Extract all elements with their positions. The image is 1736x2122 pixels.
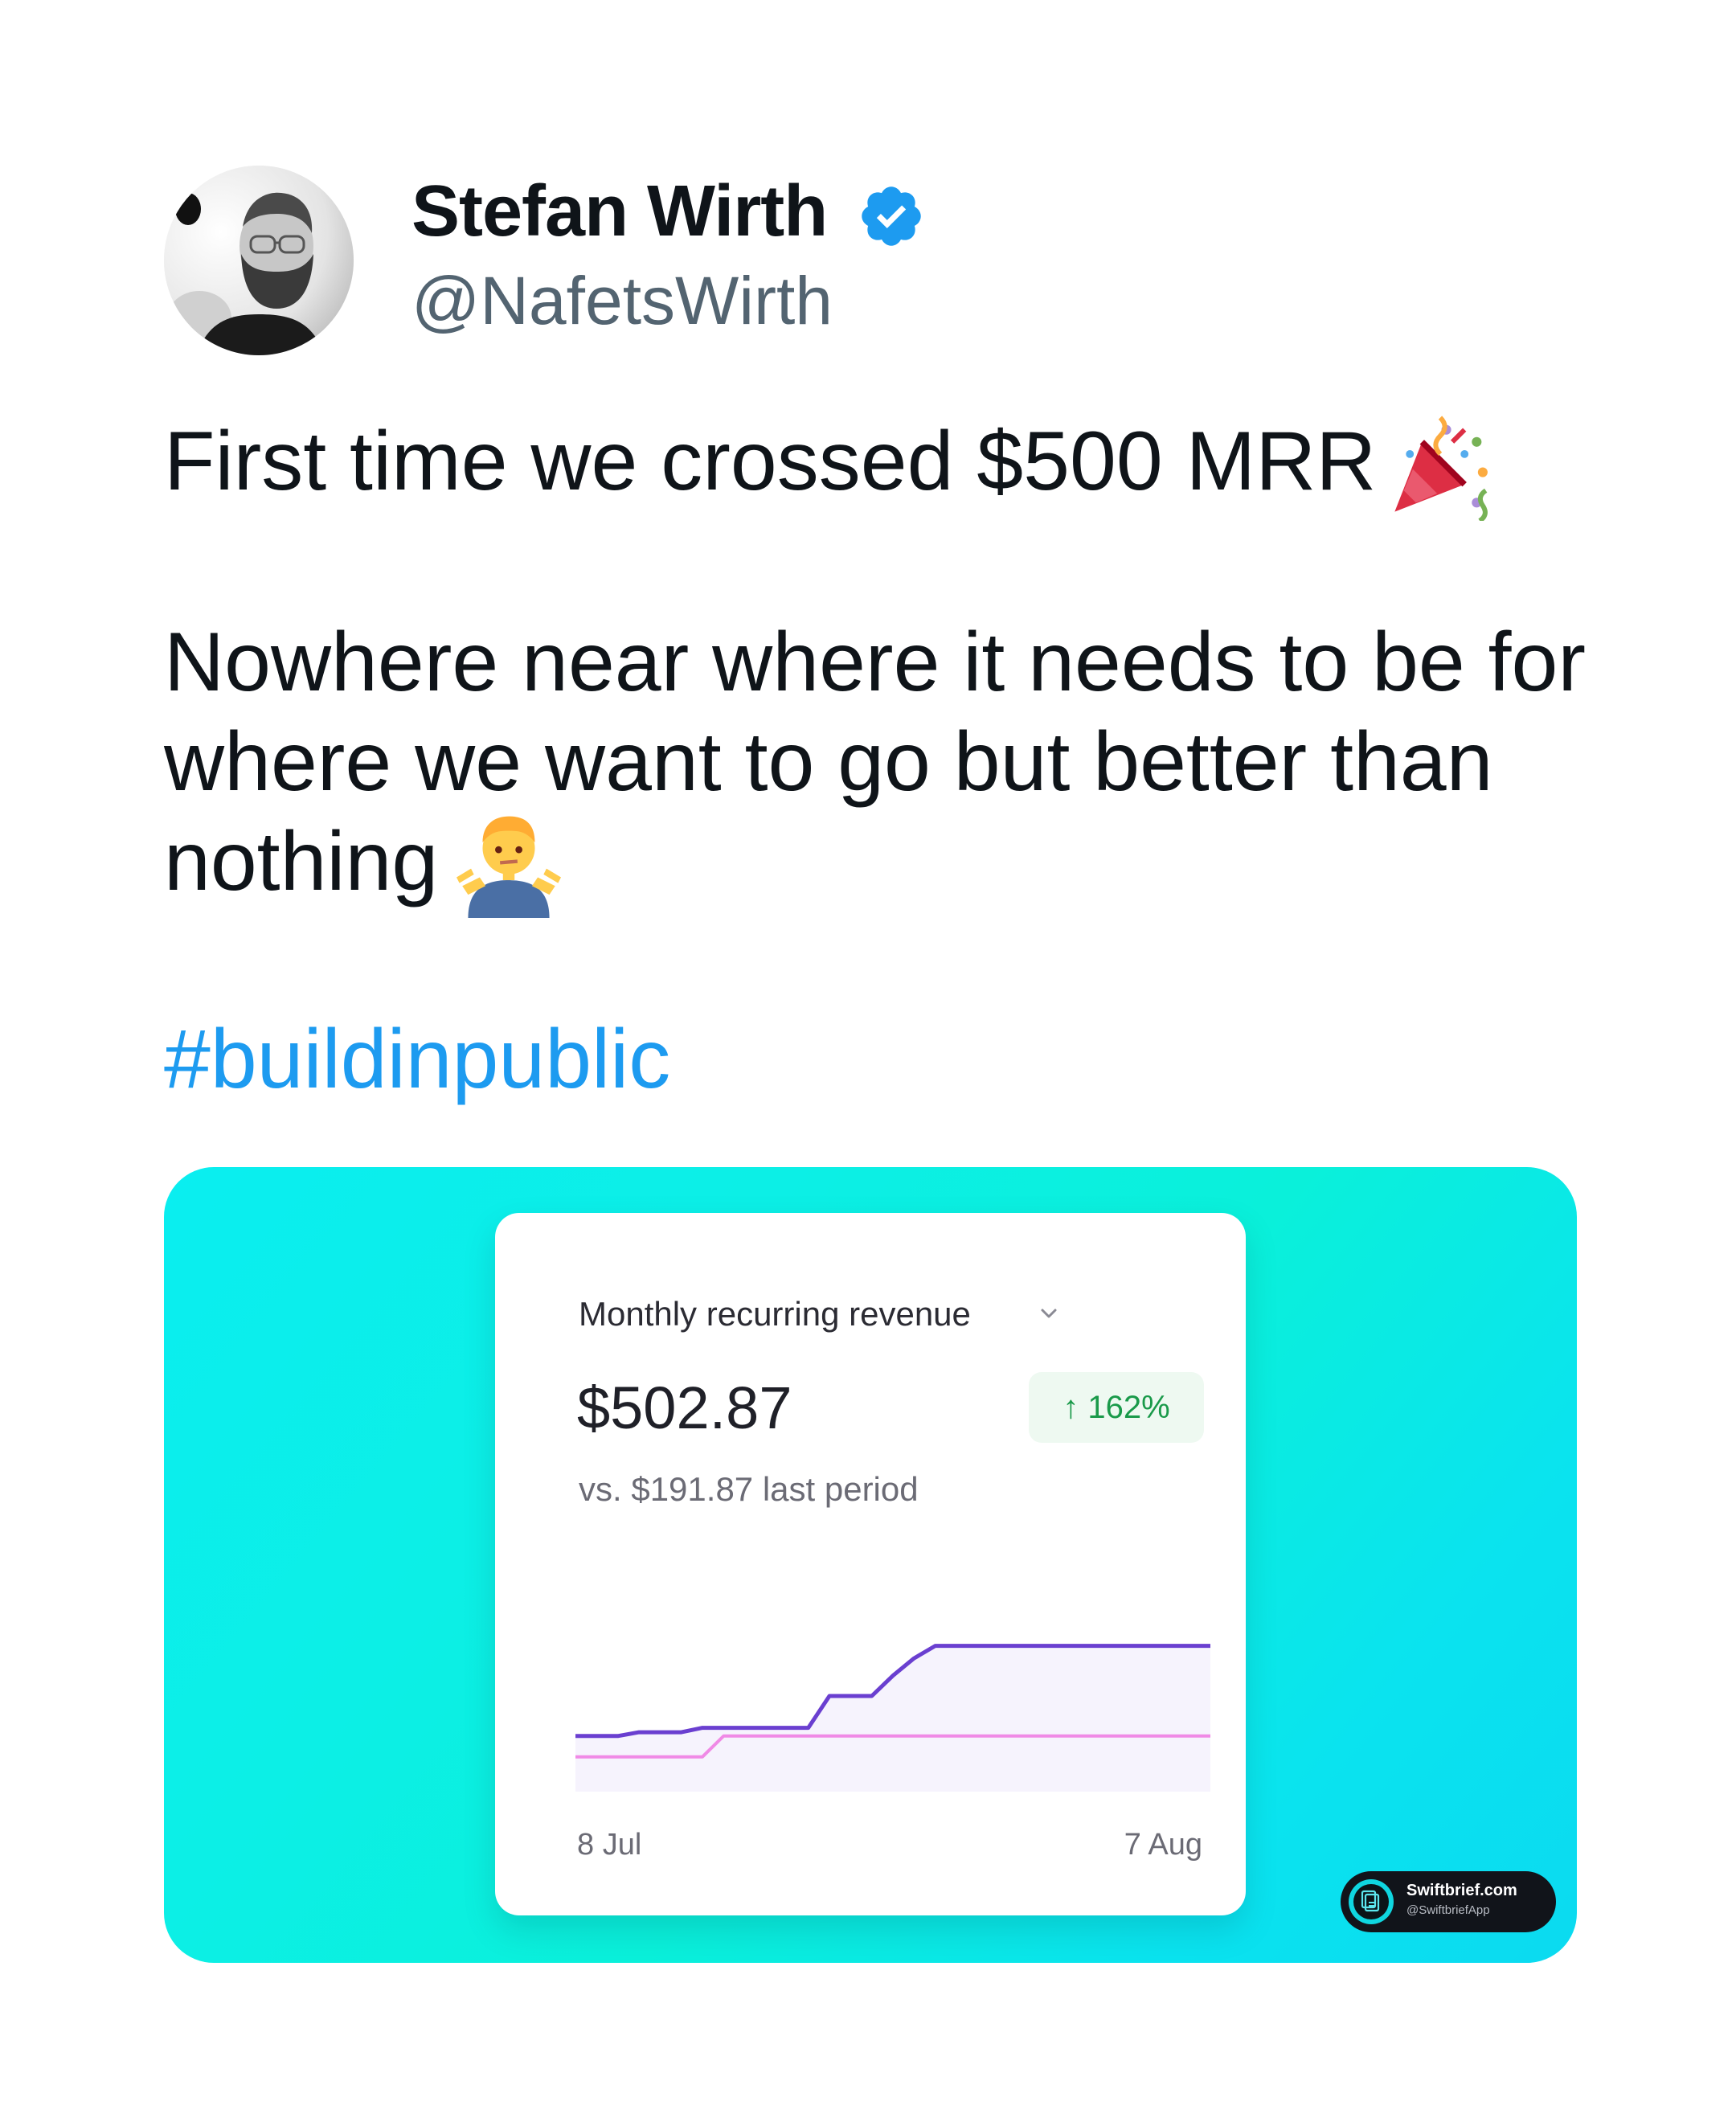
tweet-text-line-2: Nowhere near where it needs to be for [164, 616, 1587, 709]
tweet-text-line-3: where we want to go but better than [164, 715, 1493, 809]
metric-title[interactable]: Monthly recurring revenue [579, 1293, 971, 1335]
verified-badge-icon [862, 186, 921, 246]
person-shrugging-icon [457, 816, 561, 918]
watermark-handle: @SwiftbriefApp [1406, 1903, 1490, 1917]
author-avatar[interactable] [164, 166, 354, 355]
comparison-text: vs. $191.87 last period [579, 1470, 919, 1508]
chevron-down-icon[interactable] [1038, 1306, 1059, 1322]
mrr-line-chart [575, 1644, 1210, 1792]
party-popper-icon [1394, 416, 1488, 521]
hashtag-link[interactable]: #buildinpublic [164, 1010, 670, 1109]
metric-amount: $502.87 [577, 1374, 792, 1441]
author-name[interactable]: Stefan Wirth [411, 167, 828, 256]
author-handle[interactable]: @NafetsWirth [411, 260, 833, 341]
chart-area-fill [575, 1645, 1210, 1792]
revenue-card: Monthly recurring revenue $502.87 ↑ 162%… [495, 1213, 1246, 1915]
x-tick-end: 7 Aug [1124, 1828, 1202, 1862]
swiftbrief-watermark: Swiftbrief.com @SwiftbriefApp [1341, 1871, 1556, 1932]
change-badge: ↑ 162% [1029, 1372, 1204, 1443]
tweet-text-line-4: nothing [164, 815, 439, 908]
swiftbrief-logo-icon [1349, 1879, 1394, 1924]
x-tick-start: 8 Jul [577, 1828, 642, 1862]
watermark-name: Swiftbrief.com [1406, 1882, 1517, 1899]
tweet-media-image[interactable]: Monthly recurring revenue $502.87 ↑ 162%… [164, 1167, 1577, 1963]
tweet-text-line-1: First time we crossed $500 MRR [164, 415, 1377, 508]
